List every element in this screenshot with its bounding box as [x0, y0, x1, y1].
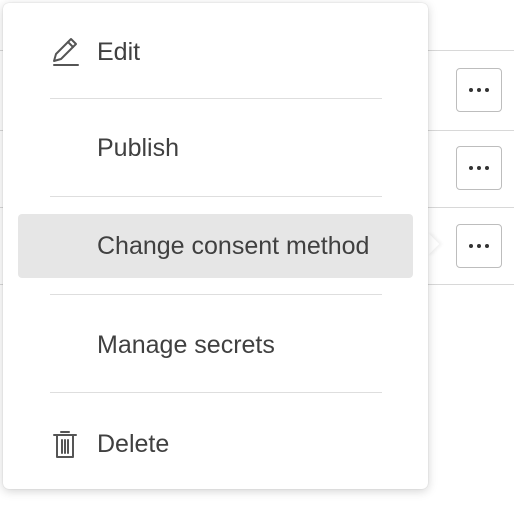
- menu-item-publish[interactable]: Publish: [18, 116, 413, 180]
- row-actions-button[interactable]: [456, 146, 502, 190]
- menu-divider: [50, 98, 382, 99]
- menu-item-manage-secrets[interactable]: Manage secrets: [18, 313, 413, 377]
- menu-item-label: Change consent method: [97, 231, 370, 260]
- menu-item-change-consent-method[interactable]: Change consent method: [18, 214, 413, 278]
- pencil-icon: [48, 35, 82, 69]
- menu-item-delete[interactable]: Delete: [18, 412, 413, 476]
- actions-menu: Edit Publish Change consent method Manag…: [3, 3, 428, 489]
- more-horizontal-icon: [469, 244, 489, 248]
- menu-item-label: Edit: [97, 37, 141, 66]
- row-actions-button[interactable]: [456, 224, 502, 268]
- more-horizontal-icon: [469, 166, 489, 170]
- menu-item-label: Delete: [97, 429, 170, 458]
- menu-item-label: Publish: [97, 133, 179, 162]
- menu-item-label: Manage secrets: [97, 330, 275, 359]
- menu-item-edit[interactable]: Edit: [18, 20, 413, 84]
- trash-icon: [48, 427, 82, 461]
- menu-divider: [50, 196, 382, 197]
- more-horizontal-icon: [469, 88, 489, 92]
- menu-divider: [50, 392, 382, 393]
- row-actions-button[interactable]: [456, 68, 502, 112]
- menu-divider: [50, 294, 382, 295]
